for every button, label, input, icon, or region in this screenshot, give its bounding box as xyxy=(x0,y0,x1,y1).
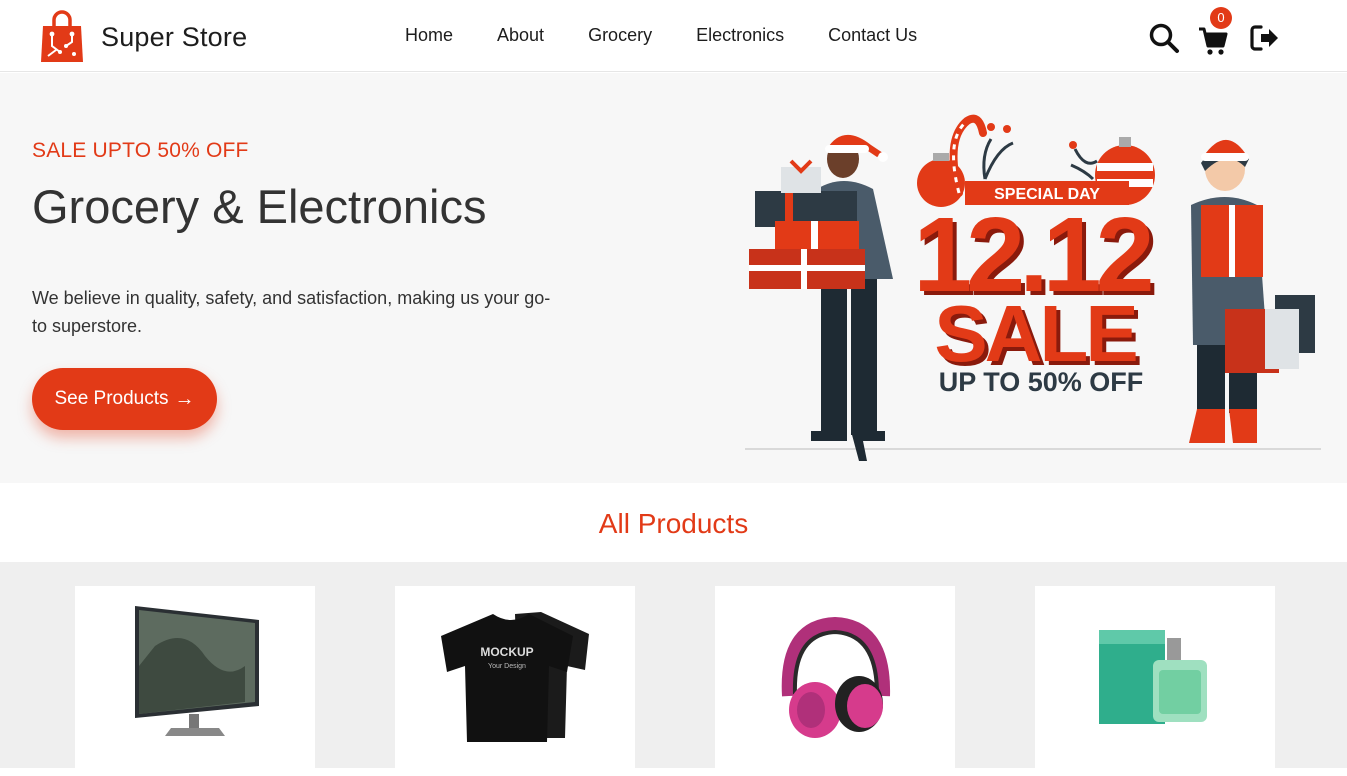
hero-section: SALE UPTO 50% OFF Grocery & Electronics … xyxy=(0,73,1347,483)
hero-description: We believe in quality, safety, and satis… xyxy=(32,288,551,336)
cart-icon[interactable] xyxy=(1198,26,1228,56)
shopping-bag-logo-icon xyxy=(41,10,83,62)
nav-about[interactable]: About xyxy=(497,25,544,46)
sale-banner-text: SPECIAL DAY 12.12 12.12 SALE SALE UP TO … xyxy=(913,181,1161,397)
main-nav: Home About Grocery Electronics Contact U… xyxy=(405,25,961,46)
nav-grocery[interactable]: Grocery xyxy=(588,25,652,46)
product-card-perfume[interactable] xyxy=(1035,586,1275,776)
hero-title: Grocery & Electronics xyxy=(32,180,487,233)
product-card-monitor[interactable] xyxy=(75,586,315,776)
banner-sale: SALE xyxy=(934,289,1136,378)
arrow-right-icon: → xyxy=(174,387,195,410)
search-icon[interactable] xyxy=(1148,22,1180,54)
all-products-heading: All Products xyxy=(598,508,749,539)
product-card-tshirt[interactable]: MOCKUP Your Design xyxy=(395,586,635,776)
nav-electronics[interactable]: Electronics xyxy=(696,25,784,46)
see-products-label: See Products xyxy=(54,388,169,409)
site-header: Super Store Home About Grocery Electroni… xyxy=(0,0,1347,72)
logout-icon[interactable] xyxy=(1250,24,1280,52)
see-products-button[interactable]: See Products → xyxy=(32,368,217,430)
nav-home[interactable]: Home xyxy=(405,25,453,46)
product-card-headphones[interactable] xyxy=(715,586,955,776)
header-actions: 0 xyxy=(1148,7,1283,60)
monitor-image xyxy=(135,606,259,736)
woman-with-bags-illustration xyxy=(1189,139,1315,443)
headphones-image xyxy=(781,616,891,738)
tshirt-label-line1: MOCKUP xyxy=(480,645,533,659)
hero-sale-text: SALE UPTO 50% OFF xyxy=(32,139,249,162)
brand[interactable]: Super Store xyxy=(40,10,247,64)
sale-banner-illustration: SPECIAL DAY 12.12 12.12 SALE SALE UP TO … xyxy=(745,114,1321,461)
perfume-image xyxy=(1099,630,1207,724)
cart-count-badge: 0 xyxy=(1210,7,1232,29)
tshirt-image: MOCKUP Your Design xyxy=(441,612,589,742)
banner-discount: UP TO 50% OFF xyxy=(939,367,1144,397)
man-with-gifts-illustration xyxy=(749,134,893,461)
tshirt-label-line2: Your Design xyxy=(488,663,526,670)
brand-name: Super Store xyxy=(101,21,248,52)
nav-contact-us[interactable]: Contact Us xyxy=(828,25,917,46)
